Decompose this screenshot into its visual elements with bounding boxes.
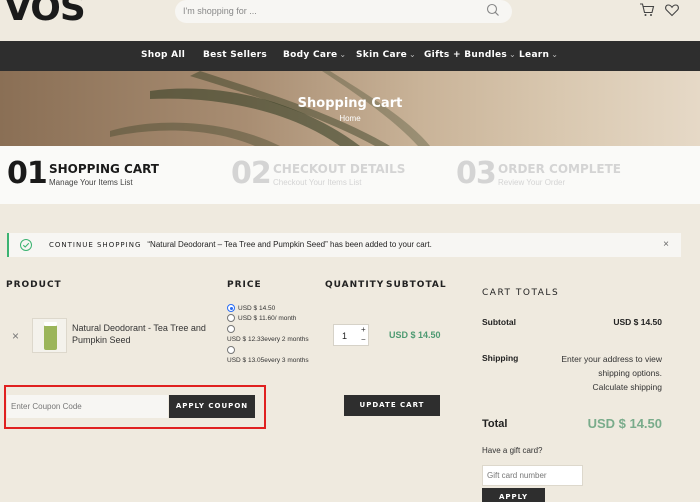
remove-item-icon[interactable]: × [12, 329, 19, 343]
total-label: Total [482, 418, 508, 430]
price-option-label: USD $ 12.33every 2 months [227, 336, 309, 343]
shipping-line-1: Enter your address to view [561, 354, 662, 364]
calculate-shipping-link[interactable]: Calculate shipping [545, 380, 662, 394]
nav-item-learn[interactable]: Learn ⌄ [519, 50, 558, 60]
heart-icon[interactable] [664, 2, 680, 23]
cart-totals-title: CART TOTALS [482, 288, 560, 298]
shipping-line-2: shipping options. [598, 368, 662, 378]
col-header-quantity: QUANTITY [325, 280, 385, 290]
price-option-label: USD $ 11.60/ month [238, 315, 297, 322]
chevron-down-icon: ⌄ [551, 50, 559, 59]
price-radio-2-months[interactable] [227, 325, 235, 333]
step-title: ORDER COMPLETE [498, 162, 621, 176]
product-cap [44, 322, 57, 326]
close-icon[interactable]: × [663, 239, 669, 250]
search-input[interactable] [183, 3, 463, 19]
step-subtitle: Checkout Your Items List [273, 178, 362, 187]
check-circle-icon [19, 238, 33, 257]
cart-notice: CONTINUE SHOPPING “Natural Deodorant – Te… [7, 233, 681, 257]
search-bar [175, 0, 512, 23]
step-number: 02 [231, 156, 272, 191]
total-value: USD $ 14.50 [587, 416, 662, 431]
checkout-steps: 01 SHOPPING CART Manage Your Items List … [0, 146, 700, 204]
nav-item-gifts-bundles[interactable]: Gifts + Bundles ⌄ [424, 50, 516, 60]
nav-label: Shop All [141, 50, 186, 60]
chevron-down-icon: ⌄ [339, 50, 347, 59]
nav-label: Best Sellers [203, 50, 268, 60]
col-header-price: PRICE [227, 280, 262, 290]
subtotal-value: USD $ 14.50 [613, 317, 662, 327]
main-nav: Shop All Best Sellers Body Care ⌄ Skin Ca… [0, 41, 700, 71]
gift-card-input[interactable] [482, 465, 583, 486]
shipping-label: Shipping [482, 353, 519, 363]
coupon-code-input[interactable] [7, 395, 168, 418]
product-bottle [44, 324, 57, 350]
price-radio-3-months[interactable] [227, 346, 235, 354]
price-option-label: USD $ 14.50 [238, 305, 276, 312]
notice-text: “Natural Deodorant – Tea Tree and Pumpki… [147, 240, 432, 249]
price-radio-onetime[interactable] [227, 304, 235, 312]
nav-item-best-sellers[interactable]: Best Sellers [203, 50, 267, 60]
nav-label: Gifts + Bundles [424, 50, 508, 60]
breadcrumb[interactable]: Home [0, 114, 700, 123]
nav-item-body-care[interactable]: Body Care ⌄ [283, 50, 346, 60]
nav-label: Learn [519, 50, 550, 60]
price-radio-monthly[interactable] [227, 314, 235, 322]
price-option-label: USD $ 13.05every 3 months [227, 357, 309, 364]
col-header-product: PRODUCT [6, 280, 62, 290]
step-subtitle: Manage Your Items List [49, 178, 133, 187]
quantity-stepper[interactable]: 1 + − [333, 324, 369, 346]
cart-icon[interactable] [639, 2, 655, 23]
quantity-increase[interactable]: + [361, 325, 366, 334]
col-header-subtotal: SUBTOTAL [386, 280, 447, 290]
step-number: 01 [7, 156, 48, 191]
notice-message: CONTINUE SHOPPING “Natural Deodorant – Te… [49, 240, 432, 249]
subtotal-label: Subtotal [482, 317, 516, 327]
step-number: 03 [456, 156, 497, 191]
step-subtitle: Review Your Order [498, 178, 566, 187]
nav-label: Body Care [283, 50, 338, 60]
nav-label: Skin Care [356, 50, 408, 60]
product-name[interactable]: Natural Deodorant - Tea Tree and Pumpkin… [72, 322, 217, 346]
page-title: Shopping Cart [297, 96, 403, 111]
step-title: SHOPPING CART [49, 162, 159, 176]
quantity-value[interactable]: 1 [342, 331, 347, 341]
search-icon[interactable] [486, 3, 500, 22]
row-subtotal: USD $ 14.50 [389, 330, 441, 340]
apply-coupon-button[interactable]: APPLY COUPON [169, 395, 255, 418]
nav-item-shop-all[interactable]: Shop All [141, 50, 185, 60]
page-banner: Shopping Cart Home [0, 71, 700, 146]
shipping-info: Enter your address to view shipping opti… [545, 352, 662, 394]
quantity-decrease[interactable]: − [361, 335, 366, 344]
product-thumbnail[interactable] [32, 318, 67, 353]
logo[interactable]: VOS [4, 0, 86, 29]
chevron-down-icon: ⌄ [409, 50, 417, 59]
apply-gift-card-button[interactable]: APPLY [482, 488, 545, 502]
update-cart-button[interactable]: UPDATE CART [344, 395, 440, 416]
step-title: CHECKOUT DETAILS [273, 162, 406, 176]
top-header: VOS [0, 0, 700, 41]
chevron-down-icon: ⌄ [509, 50, 517, 59]
nav-item-skin-care[interactable]: Skin Care ⌄ [356, 50, 416, 60]
continue-shopping-link[interactable]: CONTINUE SHOPPING [49, 241, 141, 249]
gift-card-question: Have a gift card? [482, 446, 543, 455]
